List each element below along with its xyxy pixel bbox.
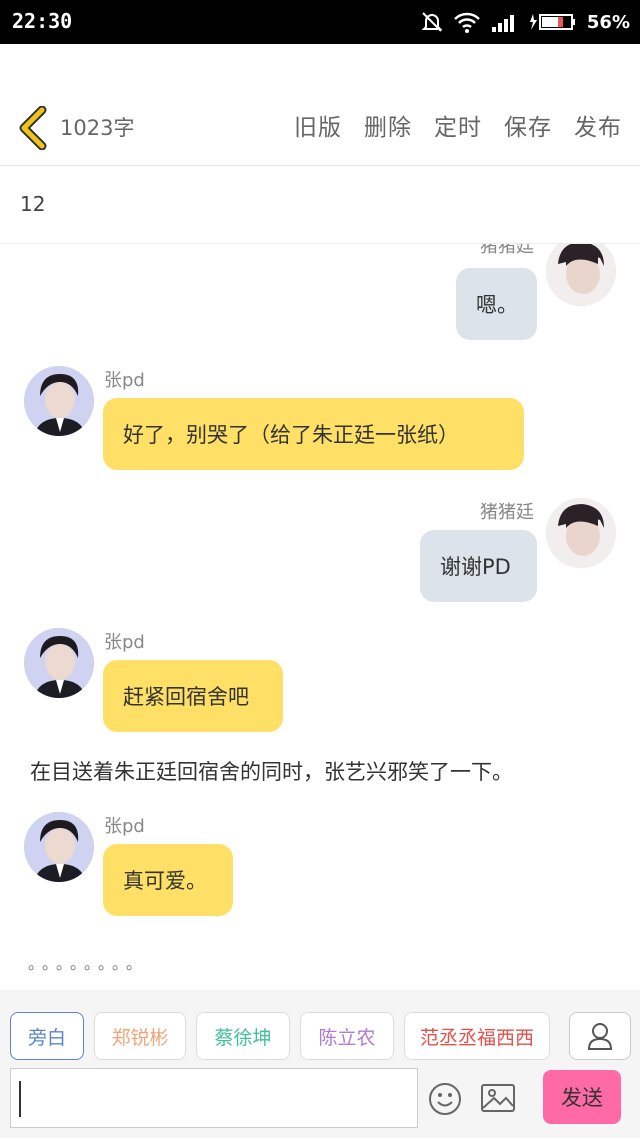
mute-bell-icon — [421, 11, 443, 33]
message-bubble[interactable]: 真可爱。 — [103, 844, 233, 916]
role-button[interactable]: 蔡徐坤 — [196, 1012, 290, 1060]
role-button[interactable]: 郑锐彬 — [94, 1012, 186, 1060]
save-button[interactable]: 保存 — [504, 108, 552, 142]
avatar[interactable] — [24, 366, 94, 436]
sender-name: 张pd — [104, 632, 145, 653]
add-role-button[interactable] — [569, 1012, 631, 1060]
role-button[interactable]: 范丞丞福西西 — [404, 1012, 550, 1060]
chapter-title: 12 — [20, 192, 46, 216]
sender-name: 张pd — [104, 816, 145, 837]
signal-icon — [491, 11, 519, 33]
message-bubble[interactable]: 谢谢PD — [420, 530, 537, 602]
old-version-button[interactable]: 旧版 — [294, 108, 342, 142]
role-button[interactable]: 陈立农 — [300, 1012, 394, 1060]
status-icons: 56% — [421, 8, 630, 36]
role-selector: 旁白 郑锐彬 蔡徐坤 陈立农 范丞丞福西西 — [10, 1012, 550, 1060]
message-input[interactable] — [10, 1068, 418, 1128]
image-icon — [481, 1084, 515, 1112]
delete-button[interactable]: 删除 — [364, 108, 412, 142]
word-count: 1023字 — [60, 116, 135, 140]
message-bubble[interactable]: 嗯。 — [456, 268, 537, 340]
emoji-button[interactable] — [428, 1082, 462, 1120]
text-caret — [19, 1081, 21, 1117]
publish-button[interactable]: 发布 — [574, 108, 622, 142]
message-bubble[interactable]: 好了，别哭了（给了朱正廷一张纸） — [103, 398, 524, 470]
back-arrow-icon — [19, 105, 47, 151]
narration-text[interactable]: 在目送着朱正廷回宿舍的同时，张艺兴邪笑了一下。 — [30, 756, 513, 786]
send-button[interactable]: 发送 — [543, 1070, 621, 1124]
sender-name: 猪猪廷 — [480, 502, 534, 523]
battery-icon — [529, 11, 577, 33]
back-button[interactable] — [16, 105, 50, 151]
person-icon — [587, 1023, 613, 1050]
wifi-icon — [453, 11, 481, 33]
sender-name: 张pd — [104, 370, 145, 391]
image-button[interactable] — [480, 1082, 516, 1118]
editor-header: 1023字 旧版 删除 定时 保存 发布 — [0, 44, 640, 166]
status-bar: 22:30 56% — [0, 0, 640, 44]
header-actions: 旧版 删除 定时 保存 发布 — [294, 108, 622, 142]
chapter-title-field[interactable]: 12 — [0, 166, 640, 244]
sender-name: 猪猪廷 — [480, 244, 534, 257]
battery-percent: 56% — [586, 11, 630, 33]
ellipsis-text[interactable]: 。。。。。。。。 — [28, 950, 148, 974]
avatar[interactable] — [546, 244, 616, 306]
chat-area[interactable]: 猪猪廷 嗯。 张pd 好了，别哭了（给了朱正廷一张纸） 猪猪廷 谢谢PD 张pd… — [0, 244, 640, 990]
avatar[interactable] — [24, 628, 94, 698]
message-bubble[interactable]: 赶紧回宿舍吧 — [103, 660, 283, 732]
smiley-icon — [429, 1083, 461, 1115]
avatar[interactable] — [546, 498, 616, 568]
composer-bar: 旁白 郑锐彬 蔡徐坤 陈立农 范丞丞福西西 发送 — [0, 990, 640, 1138]
schedule-button[interactable]: 定时 — [434, 108, 482, 142]
clock: 22:30 — [12, 9, 73, 33]
role-narration-button[interactable]: 旁白 — [10, 1012, 84, 1060]
avatar[interactable] — [24, 812, 94, 882]
